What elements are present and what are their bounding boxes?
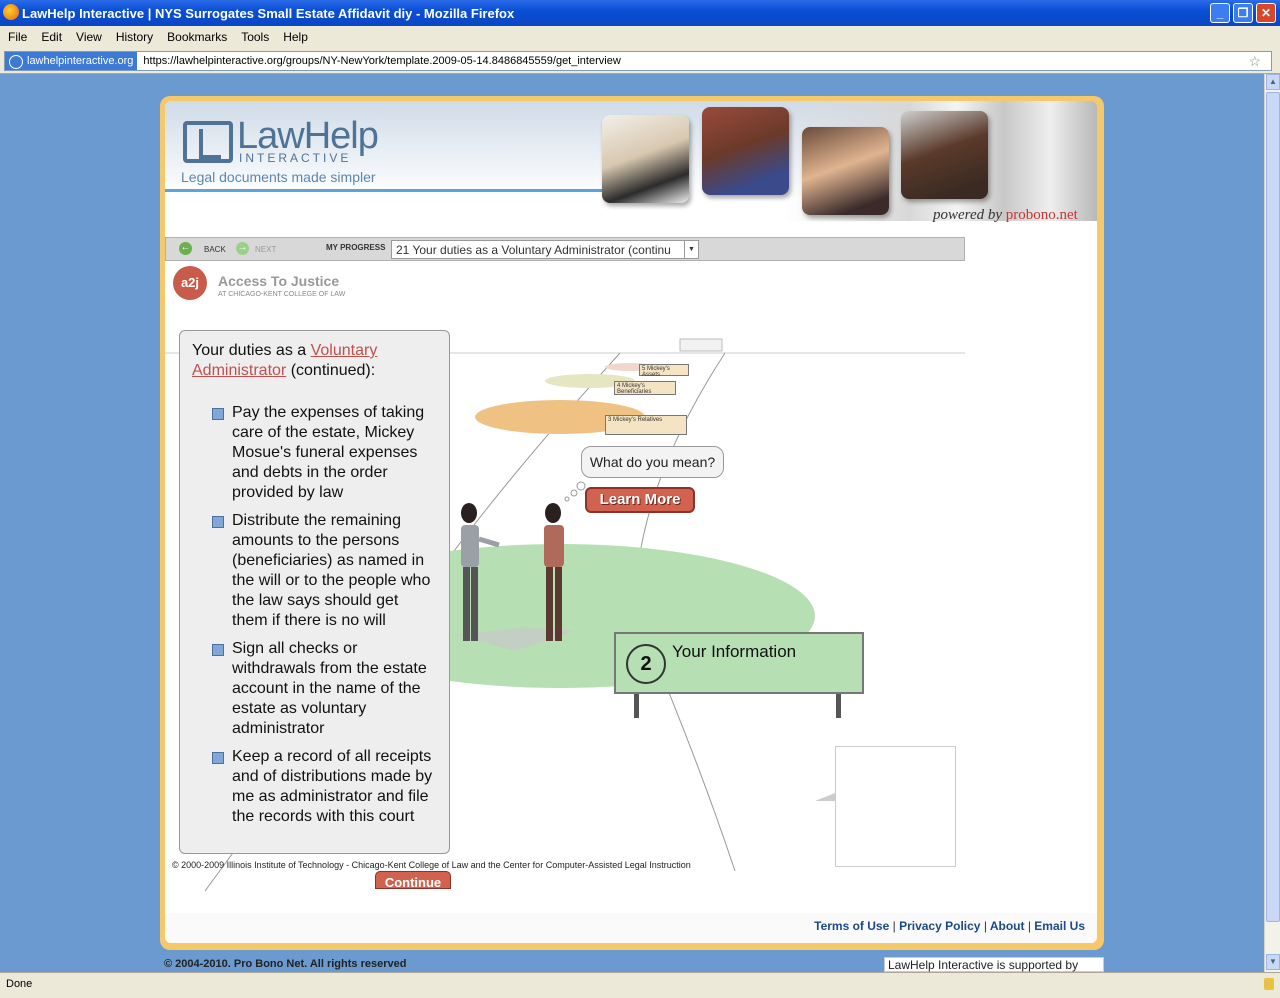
url-text[interactable]: https://lawhelpinteractive.org/groups/NY… [137,55,620,67]
interview-navbar: ← BACK → NEXT MY PROGRESS 21 Your duties… [165,237,965,261]
restore-button[interactable]: ❐ [1233,3,1253,23]
header-banner: LawHelp INTERACTIVE Legal documents made… [165,101,1097,223]
menu-edit[interactable]: Edit [41,30,62,44]
terms-link[interactable]: Terms of Use [814,919,889,933]
progress-select-value: 21 Your duties as a Voluntary Administra… [396,243,671,257]
menu-bookmarks[interactable]: Bookmarks [167,30,227,44]
speech-bubble: What do you mean? [581,446,724,478]
firefox-icon [3,4,19,20]
scroll-down-arrow-icon[interactable]: ▼ [1266,954,1280,970]
bullet-square-icon [212,644,224,656]
address-field[interactable]: lawhelpinteractive.org https://lawhelpin… [4,51,1272,71]
back-arrow-icon[interactable]: ← [179,242,192,255]
lock-icon [1264,978,1274,990]
blank-panel [835,746,956,867]
window-title: LawHelp Interactive | NYS Surrogates Sma… [22,5,515,21]
list-item: Distribute the remaining amounts to the … [192,511,437,631]
a2j-copyright: © 2000-2009 Illinois Institute of Techno… [172,860,691,870]
menu-file[interactable]: File [8,30,27,44]
progress-select[interactable]: 21 Your duties as a Voluntary Administra… [391,240,699,259]
sign-assets: 5 Mickey's Assets [639,364,689,378]
bullet-square-icon [212,408,224,420]
your-information-sign: 2 Your Information [614,632,864,694]
footer-links: Terms of Use | Privacy Policy | About | … [814,919,1085,933]
photo-mother-daughter [802,127,889,215]
step-label: Your Information [672,642,797,661]
next-arrow-icon[interactable]: → [236,242,249,255]
a2j-title: Access To Justice [218,273,340,289]
a2j-subtitle: AT CHICAGO-KENT COLLEGE OF LAW [218,291,346,298]
email-link[interactable]: Email Us [1034,919,1085,933]
photo-family [702,107,789,195]
close-button[interactable]: ✕ [1256,3,1276,23]
scroll-thumb[interactable] [1266,92,1280,922]
logo-subtext: INTERACTIVE [239,151,352,165]
list-item: Pay the expenses of taking care of the e… [192,403,437,503]
site-identity-button[interactable]: lawhelpinteractive.org [5,52,138,70]
sign-post [836,694,841,718]
sign-relatives: 3 Mickey's Relatives [605,415,687,435]
scroll-up-arrow-icon[interactable]: ▲ [1266,74,1280,90]
probono-copyright: © 2004-2010. Pro Bono Net. All rights re… [164,958,407,970]
question-title: Your duties as a Voluntary Administrator… [192,342,378,379]
photo-woman-documents [602,115,689,203]
bullet-square-icon [212,752,224,764]
powered-by: powered by probono.net [933,207,1078,223]
photo-elderly-couple [901,111,988,199]
dropdown-arrow-icon[interactable]: ▼ [684,241,698,258]
menu-bar: File Edit View History Bookmarks Tools H… [0,26,1280,48]
bullet-square-icon [212,516,224,528]
lawhelp-logo-icon [183,121,233,163]
sign-post [634,694,639,718]
a2j-badge: a2j [173,266,207,300]
supported-by: LawHelp Interactive is supported by [884,957,1104,972]
step-number: 2 [626,644,666,684]
minimize-button[interactable]: _ [1210,3,1230,23]
continue-button[interactable]: Continue [375,871,451,889]
menu-history[interactable]: History [116,30,153,44]
navigation-toolbar: lawhelpinteractive.org https://lawhelpin… [0,48,1280,74]
list-item: Sign all checks or withdrawals from the … [192,639,437,739]
status-text: Done [6,978,33,990]
next-button[interactable]: NEXT [255,245,276,254]
status-bar: Done [0,972,1280,998]
duties-list: Pay the expenses of taking care of the e… [192,403,437,827]
header-divider [165,189,605,192]
menu-view[interactable]: View [76,30,102,44]
bookmark-star-icon[interactable]: ☆ [1248,53,1261,70]
probono-logo[interactable]: probono.net [1006,207,1078,223]
back-button[interactable]: BACK [204,245,226,254]
window-titlebar: LawHelp Interactive | NYS Surrogates Sma… [0,0,1280,26]
about-link[interactable]: About [990,919,1025,933]
privacy-link[interactable]: Privacy Policy [899,919,980,933]
menu-tools[interactable]: Tools [241,30,269,44]
learn-more-button[interactable]: Learn More [585,487,695,513]
progress-label: MY PROGRESS [326,243,386,252]
tagline: Legal documents made simpler [181,169,376,185]
sign-beneficiaries: 4 Mickey's Beneficiaries [614,381,676,395]
vertical-scrollbar[interactable]: ▲ ▼ [1264,74,1280,972]
list-item: Keep a record of all receipts and of dis… [192,747,437,827]
page-content: LawHelp INTERACTIVE Legal documents made… [165,101,1097,943]
menu-help[interactable]: Help [283,30,308,44]
question-panel: Your duties as a Voluntary Administrator… [179,330,450,854]
page-frame: LawHelp INTERACTIVE Legal documents made… [160,96,1104,950]
